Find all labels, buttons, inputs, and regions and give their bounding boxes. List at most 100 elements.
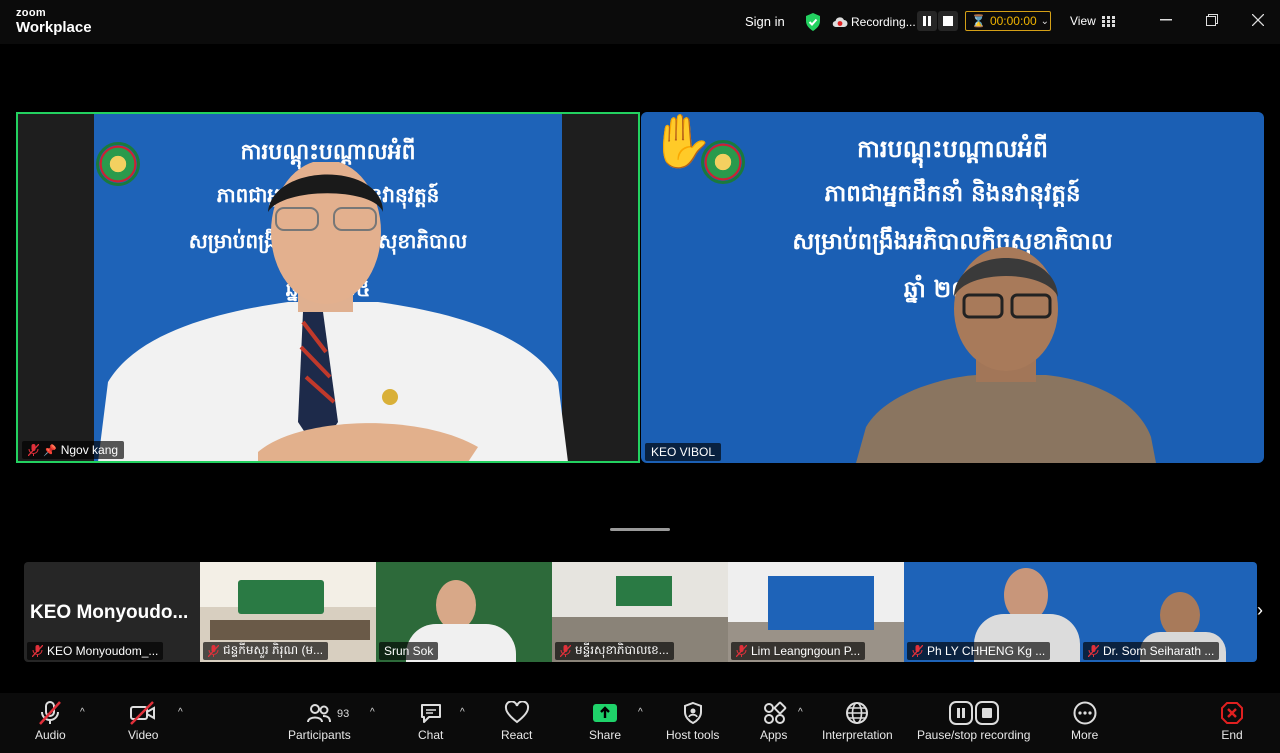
room-banner	[238, 580, 324, 614]
participants-options-caret[interactable]: ^	[370, 707, 375, 718]
stop-recording-button[interactable]	[938, 11, 958, 31]
more-label: More	[1071, 728, 1099, 742]
share-options-caret[interactable]: ^	[638, 707, 643, 718]
logo-line1: zoom	[16, 7, 46, 19]
muted-mic-icon	[28, 444, 39, 456]
video-options-caret[interactable]: ^	[178, 707, 183, 718]
muted-mic-icon	[39, 701, 62, 725]
participants-count: 93	[337, 708, 350, 720]
close-icon[interactable]	[1250, 12, 1266, 28]
thumb-name: Srun Sok	[384, 644, 434, 658]
share-button[interactable]: Share	[589, 701, 621, 742]
participant-strip: KEO Monyoudo... KEO Monyoudom_... ជន្ទកី…	[24, 562, 1257, 662]
audio-button[interactable]: Audio	[35, 701, 66, 742]
grid-icon	[1101, 15, 1115, 27]
security-shield-icon[interactable]	[804, 12, 822, 37]
muted-mic-icon	[32, 645, 43, 657]
audio-label: Audio	[35, 728, 66, 742]
pause-stop-recording-button[interactable]: Pause/stop recording	[917, 701, 1030, 742]
thumb-name: Lim Leangngoun P...	[751, 644, 861, 658]
audio-options-caret[interactable]: ^	[80, 707, 85, 718]
video-label: Video	[128, 728, 159, 742]
thumb-name-tag: KEO Monyoudom_...	[27, 642, 164, 660]
chevron-right-icon[interactable]: ›	[1257, 600, 1263, 621]
meeting-toolbar: Audio ^ Video ^ Participants 93 ^ Chat ^…	[0, 693, 1280, 753]
room-table	[210, 620, 370, 640]
thumb-name-tag: ជន្ទកីមសួរ ភិរុណ (ម...	[203, 642, 329, 660]
thumb-som-seiharath[interactable]: Dr. Som Seiharath ...	[1080, 562, 1257, 662]
pause-recording-label: Pause/stop recording	[917, 728, 1031, 742]
thumb-name: Ph LY CHHENG Kg ...	[927, 644, 1046, 658]
end-label: End	[1221, 728, 1243, 742]
slide-line1: ការបណ្តុះបណ្តាលអំពី	[856, 135, 1048, 163]
view-label: View	[1070, 14, 1096, 28]
interpretation-button[interactable]: Interpretation	[822, 701, 893, 742]
participant-video-keo-vibol	[856, 247, 1156, 463]
shield-icon	[683, 701, 702, 725]
participant-display-name: KEO Monyoudo...	[30, 602, 189, 623]
react-button[interactable]: React	[501, 701, 532, 742]
top-bar: zoom Workplace Sign in Recording... ⌛ 00…	[0, 0, 1280, 44]
participant-name: Ngov kang	[60, 443, 119, 457]
chat-button[interactable]: Chat	[418, 701, 443, 742]
pause-icon	[923, 16, 931, 26]
video-button[interactable]: Video	[128, 701, 158, 742]
muted-mic-icon	[912, 645, 923, 657]
thumb-name-tag: Lim Leangngoun P...	[731, 642, 866, 660]
globe-icon	[846, 702, 869, 724]
pause-recording-button[interactable]	[917, 11, 937, 31]
end-button[interactable]: End	[1220, 701, 1244, 742]
participant-name: KEO VIBOL	[651, 445, 716, 459]
host-tools-button[interactable]: Host tools	[666, 701, 719, 742]
thumb-meeting-room-2[interactable]: មន្ទីរសុខាភិបាលខេ...	[552, 562, 728, 662]
thumb-name: មន្ទីរសុខាភិបាលខេ...	[575, 643, 669, 657]
room-banner	[616, 576, 672, 606]
logo-line2: Workplace	[16, 19, 92, 36]
thumb-name-tag: Srun Sok	[379, 642, 439, 660]
chat-icon	[420, 704, 441, 723]
share-screen-icon	[593, 704, 618, 722]
resize-handle[interactable]	[610, 528, 670, 531]
thumb-srun-sok[interactable]: Srun Sok	[376, 562, 552, 662]
participants-label: Participants	[288, 728, 351, 742]
pause-stop-recording-icon	[948, 701, 999, 725]
thumb-emergency-operation-center[interactable]: Lim Leangngoun P...	[728, 562, 904, 662]
zoom-logo: zoom Workplace	[16, 7, 92, 36]
chevron-down-icon: ⌄	[1040, 15, 1050, 27]
participant-video-ngov-kang	[98, 162, 568, 461]
video-tile-keo-vibol[interactable]: ✋ ការបណ្តុះបណ្តាលអំពី ភាពជាអ្នកដឹកនាំ និ…	[641, 112, 1264, 463]
thumb-name-tag: Dr. Som Seiharath ...	[1083, 642, 1220, 660]
sign-in-button[interactable]: Sign in	[745, 14, 785, 29]
chat-options-caret[interactable]: ^	[460, 707, 465, 718]
apps-options-caret[interactable]: ^	[798, 707, 803, 718]
participant-face	[436, 580, 476, 630]
chat-label: Chat	[418, 728, 444, 742]
timer-value: 00:00:00	[989, 14, 1037, 28]
heart-icon	[504, 701, 529, 724]
meeting-timer[interactable]: ⌛ 00:00:00 ⌄	[965, 11, 1051, 31]
participants-icon	[307, 704, 332, 723]
react-label: React	[501, 728, 533, 742]
thumb-name-tag: មន្ទីរសុខាភិបាលខេ...	[555, 642, 674, 660]
view-button[interactable]: View	[1070, 14, 1115, 28]
apps-button[interactable]: Apps	[760, 701, 787, 742]
end-meeting-icon	[1221, 702, 1243, 724]
muted-mic-icon	[560, 645, 571, 657]
thumb-name: ជន្ទកីមសួរ ភិរុណ (ម...	[223, 643, 324, 657]
thumb-ph-ly-chheng[interactable]: Ph LY CHHENG Kg ...	[904, 562, 1080, 662]
minimize-icon[interactable]	[1158, 12, 1174, 28]
more-icon	[1073, 701, 1097, 725]
restore-icon[interactable]	[1204, 12, 1220, 28]
share-label: Share	[589, 728, 622, 742]
participant-name-tag: KEO VIBOL	[645, 443, 722, 461]
muted-mic-icon	[736, 645, 747, 657]
thumb-keo-monyoudom[interactable]: KEO Monyoudo... KEO Monyoudom_...	[24, 562, 200, 662]
interpretation-label: Interpretation	[822, 728, 893, 742]
more-button[interactable]: More	[1071, 701, 1098, 742]
video-tile-active-speaker[interactable]: ការបណ្តុះបណ្តាលអំពី ភាពជាអ្នកដឹកនាំ និងន…	[16, 112, 640, 463]
muted-mic-icon	[208, 645, 219, 657]
pin-icon: 📌	[43, 444, 57, 457]
thumb-meeting-room-1[interactable]: ជន្ទកីមសួរ ភិរុណ (ម...	[200, 562, 376, 662]
stop-icon	[943, 16, 953, 26]
host-tools-label: Host tools	[666, 728, 720, 742]
